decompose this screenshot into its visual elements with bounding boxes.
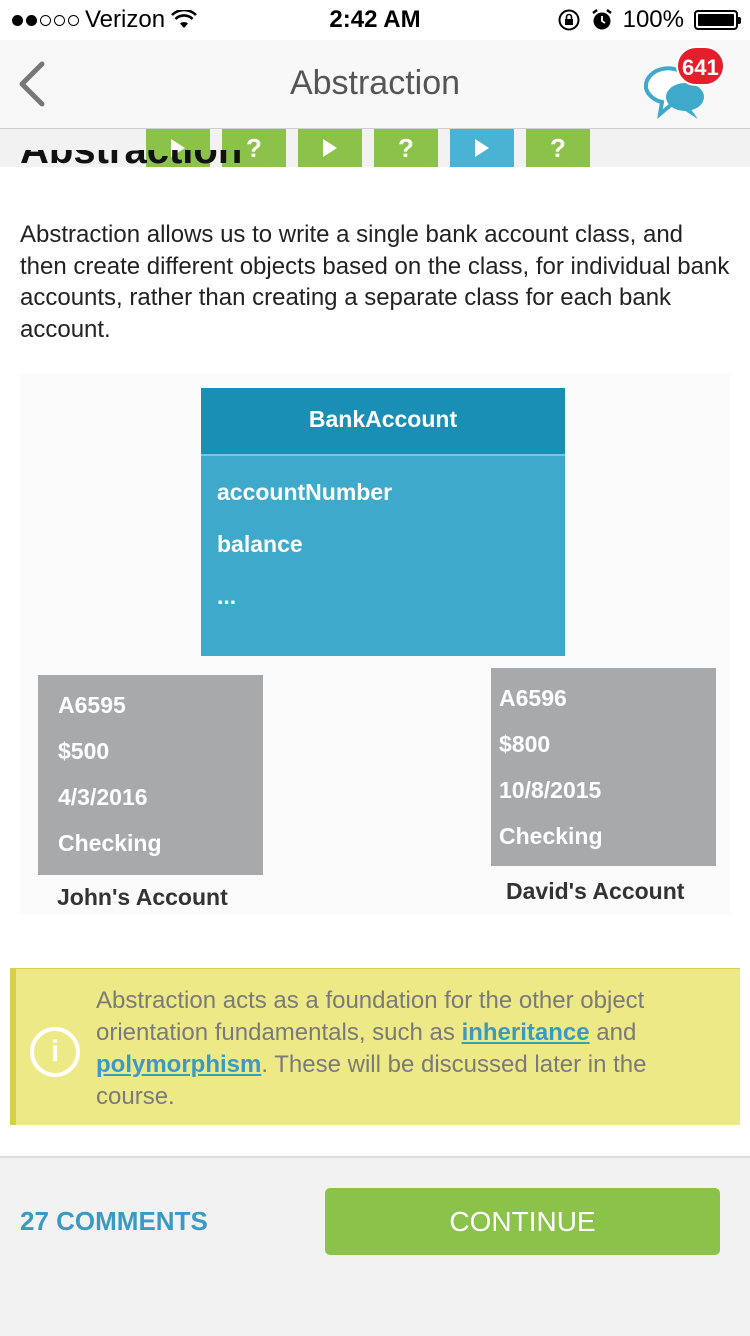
- class-object-diagram: BankAccount accountNumber balance ... A6…: [20, 374, 730, 914]
- battery-percent: 100%: [622, 6, 684, 33]
- object-box-david: A6596 $800 10/8/2015 Checking: [491, 668, 716, 866]
- class-attribute: ...: [217, 583, 237, 609]
- continue-button[interactable]: CONTINUE: [325, 1188, 720, 1255]
- navigation-bar: Abstraction: [0, 40, 750, 129]
- status-right: 100%: [557, 6, 741, 34]
- object-field: 4/3/2016: [58, 784, 148, 810]
- class-attribute: balance: [217, 531, 303, 557]
- step-lesson-3-current[interactable]: [450, 129, 514, 167]
- object-field: $800: [499, 731, 551, 757]
- object-field: $500: [58, 738, 110, 764]
- object-caption-david: David's Account: [506, 878, 685, 904]
- alarm-icon: [591, 9, 612, 30]
- footer-bar: 27 COMMENTS CONTINUE: [0, 1156, 750, 1336]
- orientation-lock-icon: [558, 9, 580, 31]
- class-attribute: accountNumber: [217, 479, 393, 505]
- play-icon: [323, 139, 337, 157]
- battery-icon: [694, 10, 741, 30]
- step-quiz-2[interactable]: ?: [374, 129, 438, 167]
- object-field: Checking: [58, 830, 162, 856]
- object-caption-john: John's Account: [57, 884, 228, 910]
- object-field: A6596: [499, 685, 567, 711]
- object-field: 10/8/2015: [499, 777, 602, 803]
- object-field: Checking: [499, 823, 603, 849]
- step-quiz-label: ?: [398, 132, 414, 163]
- section-heading-text: Abstraction: [20, 150, 243, 172]
- play-icon: [475, 139, 489, 157]
- status-bar: Verizon 2:42 AM 100%: [0, 0, 750, 40]
- info-callout: i Abstraction acts as a foundation for t…: [10, 968, 740, 1125]
- class-box: BankAccount accountNumber balance ...: [201, 388, 565, 656]
- section-heading-clipped: Abstraction: [20, 150, 320, 178]
- object-box-john: A6595 $500 4/3/2016 Checking: [38, 675, 263, 875]
- notification-badge: 641: [676, 46, 725, 86]
- class-name: BankAccount: [201, 388, 565, 456]
- info-text: Abstraction acts as a foundation for the…: [96, 987, 647, 1110]
- lesson-paragraph: Abstraction allows us to write a single …: [20, 221, 730, 343]
- object-field: A6595: [58, 692, 126, 718]
- comments-button[interactable]: 27 COMMENTS: [20, 1206, 208, 1237]
- step-quiz-label: ?: [550, 132, 566, 163]
- inheritance-link[interactable]: inheritance: [462, 1019, 590, 1046]
- polymorphism-link[interactable]: polymorphism: [96, 1051, 261, 1078]
- info-icon: i: [30, 1027, 80, 1077]
- step-quiz-3[interactable]: ?: [526, 129, 590, 167]
